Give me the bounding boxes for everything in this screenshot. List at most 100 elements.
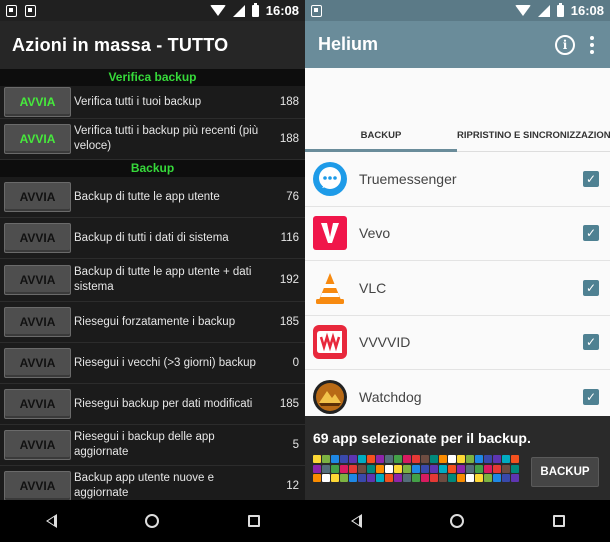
selected-app-thumbnail-icon xyxy=(412,474,420,483)
start-button[interactable]: AVVIA xyxy=(4,223,71,253)
action-label: Riesegui i vecchi (>3 giorni) backup xyxy=(74,356,256,369)
app-count: 188 xyxy=(279,133,299,145)
selected-app-thumbnail-icon xyxy=(430,474,438,483)
selected-app-thumbnail-icon xyxy=(358,474,366,483)
notification-icon xyxy=(6,4,17,17)
selected-app-thumbnail-icon xyxy=(493,474,501,483)
helium-screen: 16:08 Helium i BACKUP RIPRISTINO E SINCR… xyxy=(305,0,610,542)
back-icon[interactable] xyxy=(45,514,57,528)
selected-app-thumbnail-icon xyxy=(394,474,402,483)
checkbox[interactable]: ✓ xyxy=(583,225,599,242)
selected-app-thumbnail-icon xyxy=(358,464,366,473)
selected-app-thumbnail-icon xyxy=(502,464,510,473)
selected-app-thumbnail-icon xyxy=(448,464,456,473)
recent-apps-icon[interactable] xyxy=(248,515,261,527)
selected-app-thumbnail-icon xyxy=(403,464,411,473)
checkbox[interactable]: ✓ xyxy=(583,334,599,351)
selected-app-thumbnail-icon xyxy=(340,464,348,473)
start-button[interactable]: AVVIA xyxy=(4,389,71,419)
start-button[interactable]: AVVIA xyxy=(4,471,71,501)
nav-bar xyxy=(305,500,610,542)
app-bar: Helium i xyxy=(305,21,610,68)
clock: 16:08 xyxy=(570,3,604,18)
selected-app-thumbnail-icon xyxy=(403,474,411,483)
selected-app-thumbnail-icon xyxy=(322,464,330,473)
info-icon[interactable]: i xyxy=(555,34,575,55)
more-vert-icon[interactable] xyxy=(590,35,594,54)
app-title: Helium xyxy=(318,34,379,54)
app-name: VLC xyxy=(359,279,387,296)
selected-app-thumbnail-icon xyxy=(331,464,339,473)
tab-backup[interactable]: BACKUP xyxy=(305,120,457,152)
batch-action-row: AVVIA Backup di tutti i dati di sistema 11… xyxy=(0,218,305,259)
vevo-icon xyxy=(311,214,349,252)
selected-app-thumbnail-icon xyxy=(475,455,483,463)
app-count: 188 xyxy=(279,96,299,108)
action-label: Backup di tutte le app utente xyxy=(74,190,220,203)
selected-app-thumbnail-icon xyxy=(466,455,474,463)
start-button[interactable]: AVVIA xyxy=(4,307,71,337)
selected-app-thumbnail-icon xyxy=(430,464,438,473)
home-icon[interactable] xyxy=(449,514,464,528)
selected-app-icons xyxy=(313,455,527,483)
selected-app-thumbnail-icon xyxy=(421,455,429,463)
start-button[interactable]: AVVIA xyxy=(4,182,71,212)
batch-action-row: AVVIA Verifica tutti i backup più recenti… xyxy=(0,119,305,160)
batch-action-row: AVVIA Riesegui forzatamente i backup 185 xyxy=(0,302,305,343)
app-name: Vevo xyxy=(359,225,391,242)
action-label: Backup app utente nuove e aggiornate xyxy=(74,472,215,499)
selected-app-thumbnail-icon xyxy=(457,474,465,483)
selected-app-thumbnail-icon xyxy=(448,474,456,483)
selected-app-thumbnail-icon xyxy=(457,464,465,473)
selected-app-thumbnail-icon xyxy=(340,455,348,463)
checkbox[interactable]: ✓ xyxy=(583,170,599,187)
selected-app-thumbnail-icon xyxy=(439,455,447,463)
start-button[interactable]: AVVIA xyxy=(4,430,71,460)
batch-action-row: AVVIA Verifica tutti i tuoi backup 188 xyxy=(0,86,305,119)
back-icon[interactable] xyxy=(350,514,362,528)
signal-icon xyxy=(537,4,550,17)
selected-app-thumbnail-icon xyxy=(385,455,393,463)
selected-app-thumbnail-icon xyxy=(466,464,474,473)
batch-action-row: AVVIA Riesegui backup per dati modificati… xyxy=(0,384,305,425)
action-label: Verifica tutti i backup più recenti (più… xyxy=(74,125,259,152)
app-count: 185 xyxy=(279,316,299,328)
status-bar: 16:08 xyxy=(305,0,610,21)
selected-app-thumbnail-icon xyxy=(466,474,474,483)
start-button[interactable]: AVVIA xyxy=(4,265,71,295)
app-row[interactable]: Truemessenger ✓ xyxy=(305,152,610,207)
selected-app-thumbnail-icon xyxy=(376,474,384,483)
selected-app-thumbnail-icon xyxy=(493,464,501,473)
selected-app-thumbnail-icon xyxy=(439,464,447,473)
app-count: 185 xyxy=(279,398,299,410)
selected-app-thumbnail-icon xyxy=(457,455,465,463)
start-button[interactable]: AVVIA xyxy=(4,124,71,154)
start-button[interactable]: AVVIA xyxy=(4,348,71,378)
app-row[interactable]: Vevo ✓ xyxy=(305,207,610,261)
action-label: Riesegui backup per dati modificati xyxy=(74,397,253,410)
selected-app-thumbnail-icon xyxy=(349,474,357,483)
selected-app-thumbnail-icon xyxy=(385,464,393,473)
recent-apps-icon[interactable] xyxy=(553,515,566,527)
vvvvid-icon xyxy=(311,323,349,361)
app-row[interactable]: VVVVID ✓ xyxy=(305,316,610,370)
backup-button[interactable]: BACKUP xyxy=(531,457,599,487)
tab-bar: BACKUP RIPRISTINO E SINCRONIZZAZIONE xyxy=(305,120,610,152)
clock: 16:08 xyxy=(265,3,299,18)
home-icon[interactable] xyxy=(144,514,159,528)
selected-app-thumbnail-icon xyxy=(493,455,501,463)
blank-area xyxy=(305,68,610,120)
app-count: 5 xyxy=(292,439,299,451)
selected-app-thumbnail-icon xyxy=(403,455,411,463)
signal-icon xyxy=(232,4,245,17)
section-header: Backup xyxy=(0,160,305,177)
checkbox[interactable]: ✓ xyxy=(583,279,599,296)
app-list: Truemessenger ✓ Vevo ✓ VLC ✓ VVVVID ✓ Watchdog ✓ xyxy=(305,152,610,425)
checkbox[interactable]: ✓ xyxy=(583,388,599,405)
app-row[interactable]: VLC ✓ xyxy=(305,261,610,316)
action-label: Verifica tutti i tuoi backup xyxy=(74,95,202,108)
app-name: Watchdog xyxy=(359,388,422,405)
tab-restore-sync[interactable]: RIPRISTINO E SINCRONIZZAZIONE xyxy=(457,120,610,151)
start-button[interactable]: AVVIA xyxy=(4,87,71,117)
selected-app-thumbnail-icon xyxy=(322,455,330,463)
